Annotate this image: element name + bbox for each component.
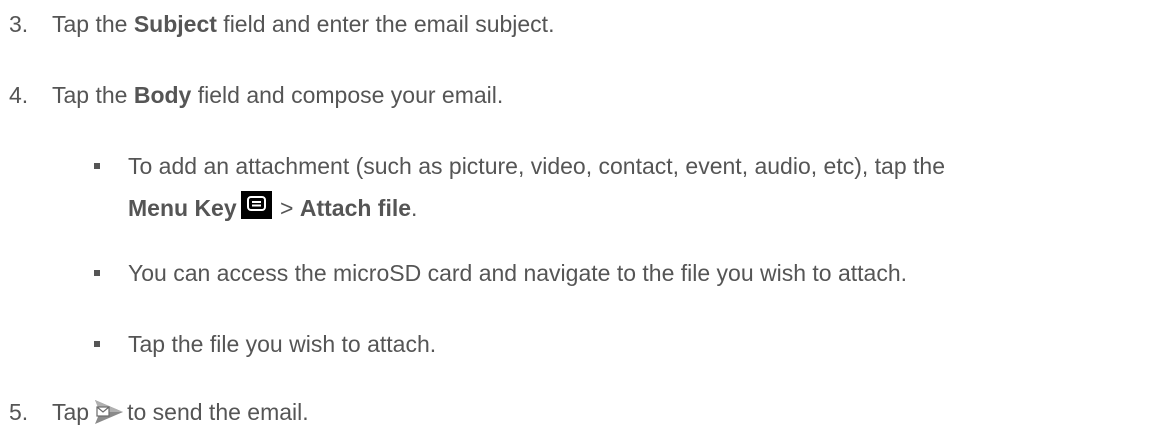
send-email-icon [93,398,125,430]
menu-key-icon [240,191,272,219]
step-number: 4. [9,82,29,108]
bullet-marker [94,270,100,276]
bullet-marker [94,341,100,347]
step-number: 3. [9,11,29,37]
period: . [411,195,418,221]
attach-file-term: Attach file [299,195,412,221]
step-number: 5. [9,399,29,425]
step-bold-term: Body [133,82,192,108]
step-5: 5. Tap to send the email. [9,398,309,430]
instructions-page: 3. Tap the Subject field and enter the em… [0,0,1156,428]
step-text: Tap [52,399,90,425]
bullet-text: You can access the microSD card and navi… [128,260,908,286]
step-text: to send the email. [127,399,309,425]
step-text: field and compose your email. [191,82,504,108]
step-text: Tap the [52,11,134,37]
bullet-attachment-continued: Menu Key > Attach file. [128,191,417,220]
step-4: 4. Tap the Body field and compose your em… [9,84,503,107]
step-bold-term: Subject [133,11,217,37]
step-text: Tap the [52,82,134,108]
step-text: field and enter the email subject. [216,11,555,37]
separator-gt: > [280,195,294,221]
bullet-text: Tap the file you wish to attach. [128,331,437,357]
bullet-text: To add an attachment (such as picture, v… [128,153,945,179]
menu-key-term: Menu Key [128,195,237,221]
bullet-marker [94,163,100,169]
step-3: 3. Tap the Subject field and enter the em… [9,13,554,36]
